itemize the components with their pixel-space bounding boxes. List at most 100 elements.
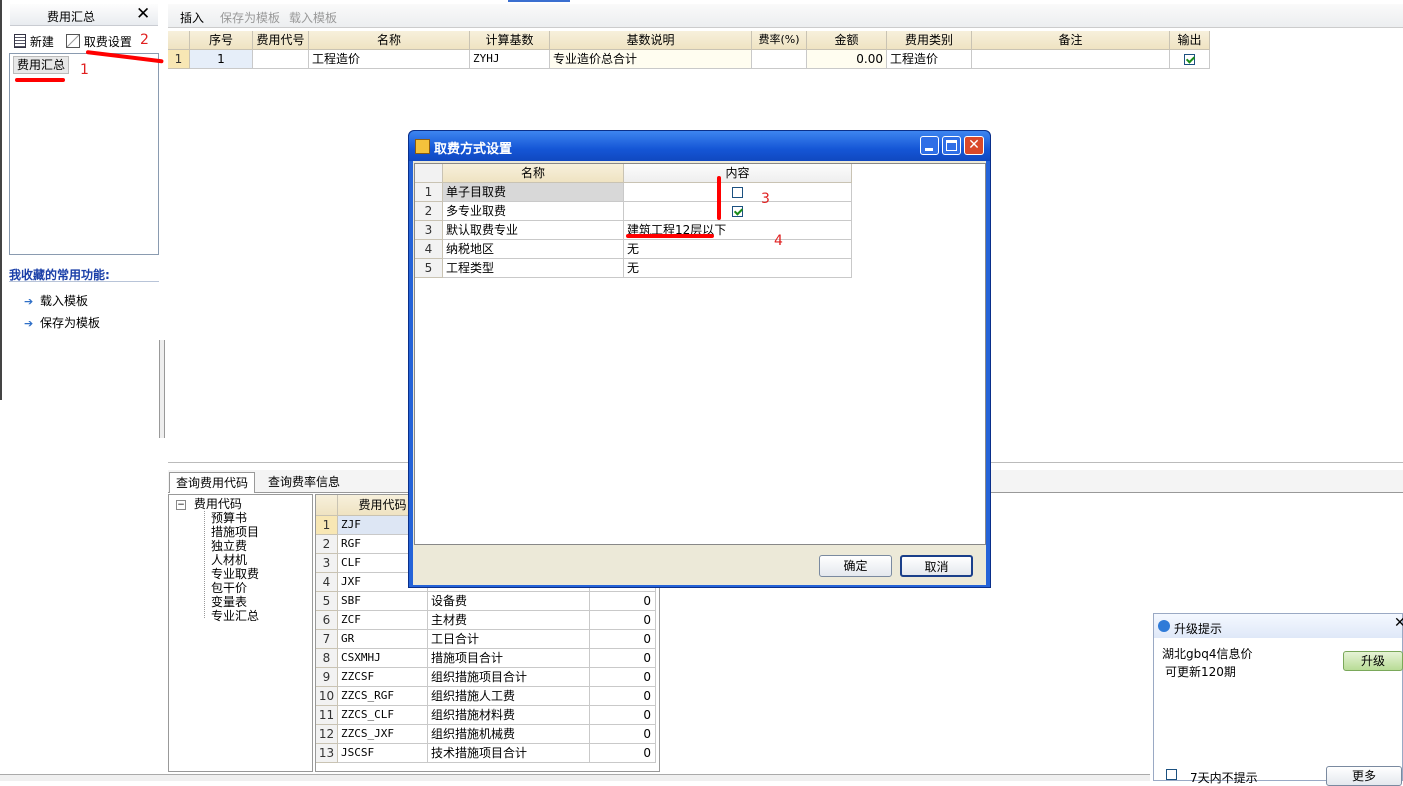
dialog-row-number[interactable]: 1 [415,183,443,202]
code-cell-value[interactable]: 0 [590,668,656,687]
maximize-button[interactable] [942,136,961,155]
more-button[interactable]: 更多 [1326,766,1402,786]
tree-item-fee-summary[interactable]: 费用汇总 [13,56,70,74]
cell-name[interactable]: 工程造价 [309,50,470,69]
tree-item-specialty-fee[interactable]: 专业取费 [211,567,259,581]
dialog-row-name[interactable]: 默认取费专业 [443,221,624,240]
code-cell-code[interactable]: JSCSF [338,744,428,763]
col-header-seq[interactable]: 序号 [190,31,253,50]
dialog-row-content[interactable] [624,183,852,202]
code-row-number[interactable]: 1 [316,516,338,535]
cell-rate[interactable] [752,50,807,69]
code-cell-name[interactable]: 设备费 [428,592,590,611]
col-header-note[interactable]: 备注 [972,31,1170,50]
dialog-row-number[interactable]: 5 [415,259,443,278]
fee-setting-button[interactable]: 取费设置 [66,33,132,50]
code-cell-code[interactable]: ZZCSF [338,668,428,687]
col-header-base-desc[interactable]: 基数说明 [550,31,752,50]
tree-item-labor-material[interactable]: 人材机 [211,553,247,567]
close-icon[interactable]: ✕ [136,4,150,24]
dialog-row-name[interactable]: 单子目取费 [443,183,624,202]
code-cell-name[interactable]: 主材费 [428,611,590,630]
tree-item-specialty-summary[interactable]: 专业汇总 [211,609,259,623]
tree-item-lump-sum[interactable]: 包干价 [211,581,247,595]
minimize-button[interactable] [920,136,939,155]
code-row-number[interactable]: 4 [316,573,338,592]
code-row-number[interactable]: 6 [316,611,338,630]
load-template-button[interactable]: 载入模板 [289,9,337,26]
dialog-col-content[interactable]: 内容 [624,164,852,183]
close-button[interactable]: ✕ [964,136,984,155]
dialog-row-content[interactable]: 无 [624,240,852,259]
dont-show-checkbox[interactable] [1166,769,1177,780]
col-header-category[interactable]: 费用类别 [887,31,972,50]
dialog-row-name[interactable]: 纳税地区 [443,240,624,259]
dialog-titlebar[interactable]: 取费方式设置 ✕ [409,131,990,161]
code-cell-value[interactable]: 0 [590,725,656,744]
code-cell-value[interactable]: 0 [590,611,656,630]
code-row-number[interactable]: 3 [316,554,338,573]
code-cell-value[interactable]: 0 [590,649,656,668]
cell-base-desc[interactable]: 专业造价总合计 [550,50,752,69]
save-template-button[interactable]: 保存为模板 [220,9,280,26]
dialog-row-number[interactable]: 3 [415,221,443,240]
dialog-row-content[interactable]: 无 [624,259,852,278]
code-cell-code[interactable]: ZZCS_CLF [338,706,428,725]
tree-item-measures[interactable]: 措施项目 [211,525,259,539]
code-cell-value[interactable]: 0 [590,592,656,611]
code-cell-name[interactable]: 组织措施材料费 [428,706,590,725]
code-cell-value[interactable]: 0 [590,706,656,725]
code-row-number[interactable]: 7 [316,630,338,649]
tree-item-budget[interactable]: 预算书 [211,511,247,525]
tab-query-rate-info[interactable]: 查询费率信息 [262,473,346,492]
code-cell-name[interactable]: 措施项目合计 [428,649,590,668]
code-cell-name[interactable]: 工日合计 [428,630,590,649]
upgrade-button[interactable]: 升级 [1343,651,1403,671]
dialog-row-checkbox[interactable] [732,206,743,217]
code-cell-name[interactable]: 技术措施项目合计 [428,744,590,763]
tree-collapse-icon[interactable]: − [176,500,186,510]
cell-category[interactable]: 工程造价 [887,50,972,69]
code-row-number[interactable]: 11 [316,706,338,725]
new-button[interactable]: 新建 [14,33,54,50]
code-cell-value[interactable]: 0 [590,744,656,763]
code-cell-name[interactable]: 组织措施项目合计 [428,668,590,687]
tree-item-variables[interactable]: 变量表 [211,595,247,609]
dialog-row-checkbox[interactable] [732,187,743,198]
code-cell-code[interactable]: GR [338,630,428,649]
code-row-number[interactable]: 9 [316,668,338,687]
cell-seq[interactable]: 1 [190,50,253,69]
col-header-code[interactable]: 费用代号 [253,31,309,50]
close-icon[interactable]: ✕ [1394,615,1403,631]
dialog-row-content[interactable] [624,202,852,221]
ok-button[interactable]: 确定 [819,555,892,577]
code-cell-code[interactable]: SBF [338,592,428,611]
row-number[interactable]: 1 [168,50,190,69]
col-header-base[interactable]: 计算基数 [470,31,550,50]
dialog-row-name[interactable]: 多专业取费 [443,202,624,221]
code-cell-name[interactable]: 组织措施人工费 [428,687,590,706]
code-cell-value[interactable]: 0 [590,687,656,706]
code-row-number[interactable]: 8 [316,649,338,668]
insert-button[interactable]: 插入 [180,9,204,26]
tree-root[interactable]: − 费用代码 [176,497,242,511]
code-cell-code[interactable]: ZZCS_JXF [338,725,428,744]
code-cell-name[interactable]: 组织措施机械费 [428,725,590,744]
favorite-save-template[interactable]: ➔ 保存为模板 [24,314,100,331]
dialog-row-name[interactable]: 工程类型 [443,259,624,278]
code-cell-code[interactable]: CSXMHJ [338,649,428,668]
cell-note[interactable] [972,50,1170,69]
cell-base[interactable]: ZYHJ [470,50,550,69]
code-row-number[interactable]: 10 [316,687,338,706]
output-checkbox[interactable] [1184,54,1195,65]
favorite-load-template[interactable]: ➔ 载入模板 [24,292,88,309]
code-row-number[interactable]: 2 [316,535,338,554]
code-cell-value[interactable]: 0 [590,630,656,649]
cell-code[interactable] [253,50,309,69]
tree-item-independent-fee[interactable]: 独立费 [211,539,247,553]
code-cell-code[interactable]: ZCF [338,611,428,630]
col-header-output[interactable]: 输出 [1170,31,1210,50]
splitter-handle[interactable] [159,340,165,438]
tab-query-fee-code[interactable]: 查询费用代码 [169,472,256,493]
code-row-number[interactable]: 12 [316,725,338,744]
